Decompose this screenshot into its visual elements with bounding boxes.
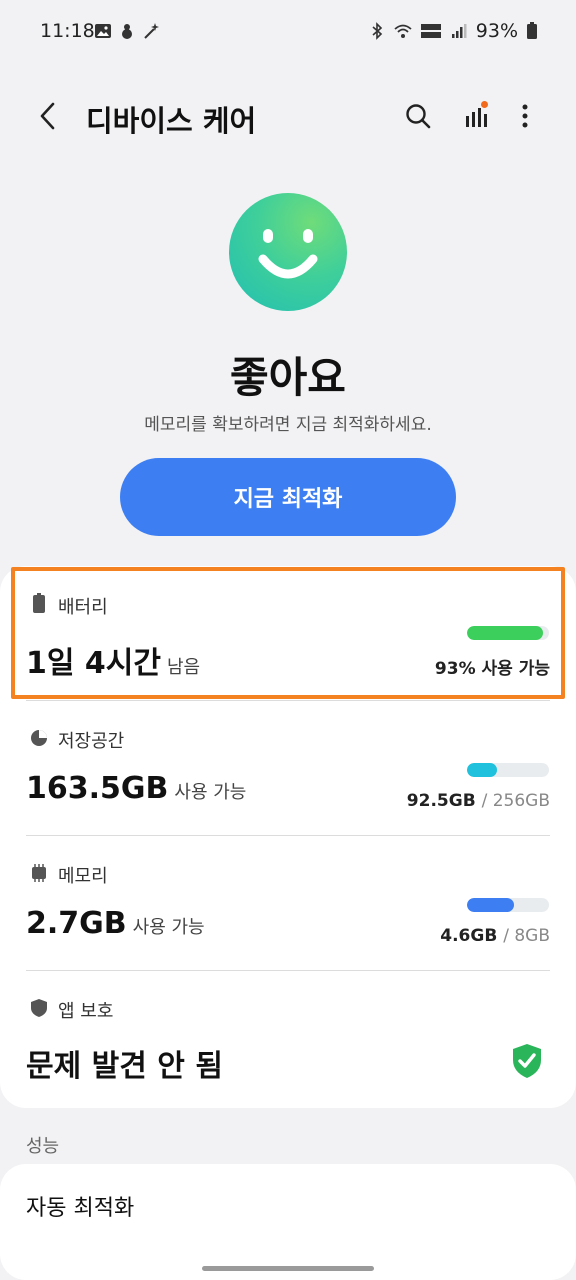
storage-usage: 92.5GB / 256GB <box>407 791 550 811</box>
volte-icon <box>420 24 441 38</box>
smiley-face-icon <box>258 229 318 279</box>
memory-available: 2.7GB 사용 가능 <box>26 906 205 941</box>
gesture-navigation-bar[interactable] <box>202 1266 374 1271</box>
storage-used: 92.5GB <box>406 791 476 811</box>
memory-bar <box>467 898 549 912</box>
storage-bar-fill <box>467 763 497 777</box>
status-smiley <box>229 193 347 311</box>
status-notification-icons <box>94 22 160 40</box>
more-vertical-icon <box>522 104 528 128</box>
storage-row[interactable]: 저장공간 163.5GB 사용 가능 92.5GB / 256GB <box>0 701 576 835</box>
memory-available-suffix: 사용 가능 <box>132 917 205 938</box>
shield-check-icon <box>511 1043 543 1079</box>
memory-label: 메모리 <box>58 866 108 887</box>
status-time: 11:18 <box>40 20 95 42</box>
device-care-screen: 11:18 93% 디바이스 케어 좋아요 메모리를 확보하려면 지금 최적화하… <box>0 0 576 1280</box>
battery-highlight-box <box>11 567 565 699</box>
back-button[interactable] <box>28 96 68 136</box>
status-system-icons: 93% <box>368 20 538 42</box>
gallery-icon <box>95 24 111 38</box>
diagnostics-button[interactable] <box>456 96 496 136</box>
storage-available: 163.5GB 사용 가능 <box>26 771 246 806</box>
more-options-button[interactable] <box>505 96 545 136</box>
page-title: 디바이스 케어 <box>86 104 257 138</box>
memory-chip-icon <box>28 862 50 884</box>
optimize-now-button[interactable]: 지금 최적화 <box>120 458 456 536</box>
performance-card: 자동 최적화 <box>0 1164 576 1280</box>
memory-usage: 4.6GB / 8GB <box>440 926 550 946</box>
storage-available-value: 163.5GB <box>26 771 169 806</box>
auto-optimize-item[interactable]: 자동 최적화 <box>26 1190 134 1222</box>
memory-row[interactable]: 메모리 2.7GB 사용 가능 4.6GB / 8GB <box>0 836 576 970</box>
battery-icon <box>527 22 537 39</box>
app-bar: 디바이스 케어 <box>0 80 576 152</box>
magic-wand-icon <box>144 23 159 39</box>
status-title: 좋아요 <box>230 353 346 402</box>
memory-used: 4.6GB <box>440 926 498 946</box>
status-bar: 11:18 93% <box>0 0 576 66</box>
shield-icon <box>28 997 50 1019</box>
battery-percent: 93% <box>475 20 518 42</box>
storage-available-suffix: 사용 가능 <box>174 782 247 803</box>
memory-total: / 8GB <box>503 926 550 946</box>
search-icon <box>406 104 431 129</box>
back-arrow-icon <box>40 102 55 130</box>
memory-available-value: 2.7GB <box>26 906 127 941</box>
notification-dot <box>481 101 488 108</box>
storage-total: / 256GB <box>481 791 550 811</box>
memory-bar-fill <box>467 898 514 912</box>
performance-section-label: 성능 <box>26 1136 60 1157</box>
app-protection-label: 앱 보호 <box>58 1001 114 1022</box>
snowman-icon <box>122 24 132 39</box>
wifi-icon <box>394 24 412 38</box>
app-protection-status: 문제 발견 안 됨 <box>26 1049 223 1084</box>
bluetooth-icon <box>372 22 382 40</box>
signal-icon <box>451 24 467 38</box>
pie-chart-icon <box>28 727 50 749</box>
search-button[interactable] <box>398 96 438 136</box>
storage-label: 저장공간 <box>58 731 125 752</box>
storage-bar <box>467 763 549 777</box>
app-protection-row[interactable]: 앱 보호 문제 발견 안 됨 <box>0 971 576 1108</box>
status-message: 메모리를 확보하려면 지금 최적화하세요. <box>144 415 432 435</box>
